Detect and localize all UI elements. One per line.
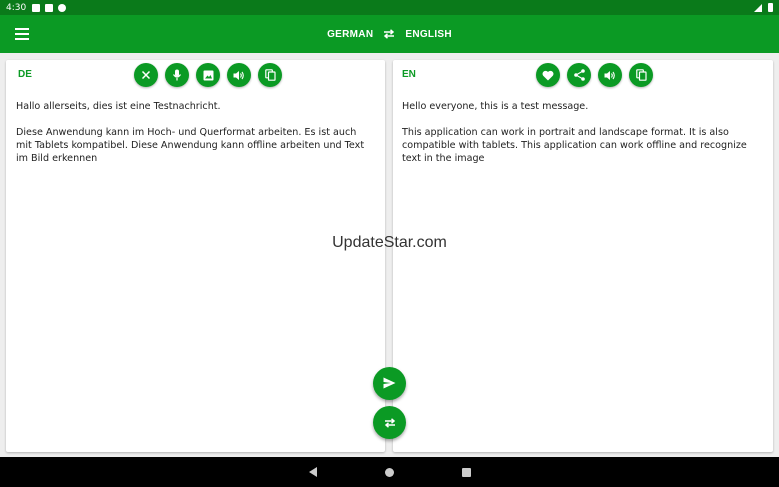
microphone-icon[interactable] [165,63,189,87]
source-language-label[interactable]: GERMAN [327,29,373,40]
target-text[interactable]: Hello everyone, this is a test message. … [402,100,763,165]
source-text[interactable]: Hallo allerseits, dies ist eine Testnach… [16,100,375,165]
watermark: UpdateStar.com [332,234,447,251]
sync-icon [58,3,67,12]
source-lang-code: DE [18,69,32,80]
back-icon[interactable] [308,467,317,477]
target-actions [536,63,653,87]
source-text-card: DE Hallo allerseits, dies ist eine Testn… [6,60,385,452]
speaker-icon[interactable] [598,63,622,87]
target-text-card: EN Hello everyone, this is a test messag… [393,60,773,452]
share-icon[interactable] [567,63,591,87]
speaker-icon[interactable] [227,63,251,87]
signal-icon [754,3,762,12]
send-icon [383,374,396,393]
source-actions [134,63,282,87]
status-time: 4:30 [6,2,27,13]
send-button[interactable] [373,367,406,400]
swap-arrows-icon[interactable] [383,29,395,39]
home-icon[interactable] [384,467,394,477]
image-icon[interactable] [196,63,220,87]
copy-icon[interactable] [629,63,653,87]
status-bar: 4:30 [0,0,779,15]
target-lang-code: EN [402,69,416,80]
battery-icon [768,3,773,12]
app-bar: GERMAN ENGLISH [0,15,779,53]
target-language-label[interactable]: ENGLISH [405,29,452,40]
copy-icon[interactable] [258,63,282,87]
notification-icon [32,3,41,12]
favorite-icon[interactable] [536,63,560,87]
clear-icon[interactable] [134,63,158,87]
swap-languages-button[interactable] [373,406,406,439]
language-switcher: GERMAN ENGLISH [0,15,779,53]
recents-icon[interactable] [461,467,471,477]
navigation-bar [0,457,779,487]
swap-languages-icon [384,413,396,432]
sd-card-icon [45,3,54,12]
